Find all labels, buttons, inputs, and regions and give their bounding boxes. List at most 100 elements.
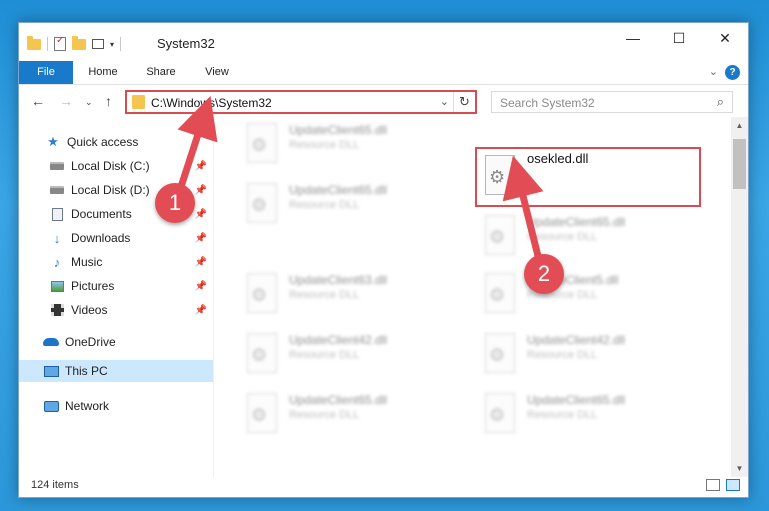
file-name: UpdateClient65.dll <box>289 393 388 407</box>
file-item[interactable]: ⚙ UpdateClient5.dll Resource DLL <box>477 267 697 317</box>
file-name: UpdateClient42.dll <box>289 333 388 347</box>
sidebar-item-onedrive[interactable]: OneDrive <box>19 331 213 353</box>
close-button[interactable]: ✕ <box>702 23 748 53</box>
file-item[interactable]: ⚙ UpdateClient42.dll Resource DLL <box>477 327 697 377</box>
qat-dropdown-icon[interactable]: ▾ <box>110 40 114 49</box>
pin-icon[interactable]: 📌 <box>195 161 207 172</box>
file-name: UpdateClient42.dll <box>527 333 626 347</box>
properties-icon[interactable] <box>54 35 66 51</box>
pin-icon[interactable]: 📌 <box>195 233 207 244</box>
dll-file-icon: ⚙ <box>485 155 515 195</box>
search-input[interactable]: Search System32 ⌕ <box>491 91 733 113</box>
file-item[interactable]: ⚙ UpdateClient65.dll Resource DLL <box>239 117 459 167</box>
sidebar-item-music[interactable]: ♪ Music 📌 <box>19 251 213 273</box>
back-button[interactable]: ← <box>31 93 45 109</box>
tab-share[interactable]: Share <box>142 61 180 84</box>
file-list: ⚙ UpdateClient65.dll Resource DLL ⚙ osek… <box>215 117 733 477</box>
step-2-badge: 2 <box>524 254 564 294</box>
address-path[interactable]: C:\Windows\System32 <box>151 96 272 110</box>
title-bar: ▾ System32 — ☐ ✕ <box>19 23 748 61</box>
address-dropdown-icon[interactable]: ⌄ <box>440 95 449 108</box>
tab-home[interactable]: Home <box>85 61 121 84</box>
refresh-button[interactable]: ↻ <box>453 92 475 112</box>
ribbon-tabs: File Home Share View ⌄ ? <box>19 61 748 85</box>
details-view-icon[interactable] <box>706 479 720 491</box>
sidebar-item-local-disk-c[interactable]: Local Disk (C:) 📌 <box>19 155 213 177</box>
vertical-scrollbar[interactable]: ▲ ▼ <box>731 117 748 477</box>
video-icon <box>49 303 65 317</box>
maximize-button[interactable]: ☐ <box>656 23 702 53</box>
help-icon[interactable]: ? <box>725 65 740 80</box>
sidebar-item-pictures[interactable]: Pictures 📌 <box>19 275 213 297</box>
gear-icon: ⚙ <box>251 135 268 155</box>
quick-access-toolbar: ▾ <box>27 35 122 53</box>
sidebar-item-quick-access[interactable]: ★ Quick access <box>19 131 213 153</box>
dll-file-icon: ⚙ <box>247 333 277 373</box>
recent-locations-button[interactable]: ⌄ <box>85 97 93 108</box>
selected-file-item[interactable]: ⚙ osekled.dll <box>475 147 701 207</box>
dll-file-icon: ⚙ <box>247 183 277 223</box>
view-toggle <box>706 479 740 491</box>
expand-ribbon-icon[interactable]: ⌄ <box>709 65 718 78</box>
large-icons-view-icon[interactable] <box>726 479 740 491</box>
sidebar-item-label: Downloads <box>71 231 131 245</box>
dll-file-icon: ⚙ <box>485 333 515 373</box>
sidebar-item-label: Videos <box>71 303 108 317</box>
pin-icon[interactable]: 📌 <box>195 281 207 292</box>
gear-icon: ⚙ <box>251 285 268 305</box>
tab-file[interactable]: File <box>19 61 73 84</box>
status-bar: 124 items <box>19 475 748 497</box>
new-folder-icon[interactable] <box>72 35 86 50</box>
address-bar[interactable]: C:\Windows\System32 ⌄ ↻ <box>125 90 477 114</box>
file-item[interactable]: ⚙ UpdateClient42.dll Resource DLL <box>239 327 459 377</box>
search-icon[interactable]: ⌕ <box>717 94 724 110</box>
picture-icon <box>49 279 65 293</box>
file-item[interactable]: ⚙ UpdateClient65.dll Resource DLL <box>239 387 459 437</box>
step-1-badge: 1 <box>155 183 195 223</box>
file-name: UpdateClient63.dll <box>289 273 388 287</box>
gear-icon: ⚙ <box>489 227 506 247</box>
file-item[interactable]: ⚙ UpdateClient65.dll Resource DLL <box>239 177 459 227</box>
file-item[interactable]: ⚙ UpdateClient65.dll Resource DLL <box>477 209 697 259</box>
file-name: UpdateClient65.dll <box>527 393 626 407</box>
scroll-thumb[interactable] <box>733 139 746 189</box>
scroll-up-icon[interactable]: ▲ <box>731 117 748 134</box>
file-item[interactable]: ⚙ UpdateClient63.dll Resource DLL <box>239 267 459 317</box>
dll-file-icon: ⚙ <box>247 123 277 163</box>
minimize-button[interactable]: — <box>610 23 656 53</box>
file-item[interactable]: ⚙ UpdateClient65.dll Resource DLL <box>477 387 697 437</box>
explorer-window: ▾ System32 — ☐ ✕ File Home Share View ⌄ … <box>18 22 749 498</box>
sidebar-item-label: This PC <box>65 364 108 378</box>
file-type: Resource DLL <box>289 199 360 211</box>
sidebar-item-videos[interactable]: Videos 📌 <box>19 299 213 321</box>
item-count: 124 items <box>31 479 79 491</box>
file-name: UpdateClient65.dll <box>289 183 388 197</box>
file-name: UpdateClient65.dll <box>527 215 626 229</box>
file-type: Resource DLL <box>289 349 360 361</box>
music-icon: ♪ <box>53 254 61 270</box>
search-placeholder: Search System32 <box>500 96 595 110</box>
pin-icon[interactable]: 📌 <box>195 185 207 196</box>
file-type: Resource DLL <box>289 139 360 151</box>
pin-icon[interactable]: 📌 <box>195 305 207 316</box>
pin-icon[interactable]: 📌 <box>195 257 207 268</box>
forward-button[interactable]: → <box>59 93 73 109</box>
gear-icon: ⚙ <box>489 285 506 305</box>
sidebar-item-this-pc[interactable]: This PC <box>19 360 213 382</box>
navigation-bar: ← → ⌄ ↑ C:\Windows\System32 ⌄ ↻ Search S… <box>19 87 748 117</box>
sidebar-item-label: Local Disk (C:) <box>71 159 150 173</box>
file-type: Resource DLL <box>527 349 598 361</box>
pane-divider[interactable] <box>213 121 214 477</box>
folder-icon <box>132 95 145 109</box>
dll-file-icon: ⚙ <box>485 273 515 313</box>
file-type: Resource DLL <box>289 289 360 301</box>
sidebar-item-network[interactable]: Network <box>19 395 213 417</box>
window-controls: — ☐ ✕ <box>610 23 748 53</box>
view-icon[interactable] <box>92 39 104 49</box>
sidebar-item-downloads[interactable]: ↓ Downloads 📌 <box>19 227 213 249</box>
pin-icon[interactable]: 📌 <box>195 209 207 220</box>
up-button[interactable]: ↑ <box>105 93 112 109</box>
dll-file-icon: ⚙ <box>247 393 277 433</box>
tab-view[interactable]: View <box>202 61 232 84</box>
file-type: Resource DLL <box>527 409 598 421</box>
